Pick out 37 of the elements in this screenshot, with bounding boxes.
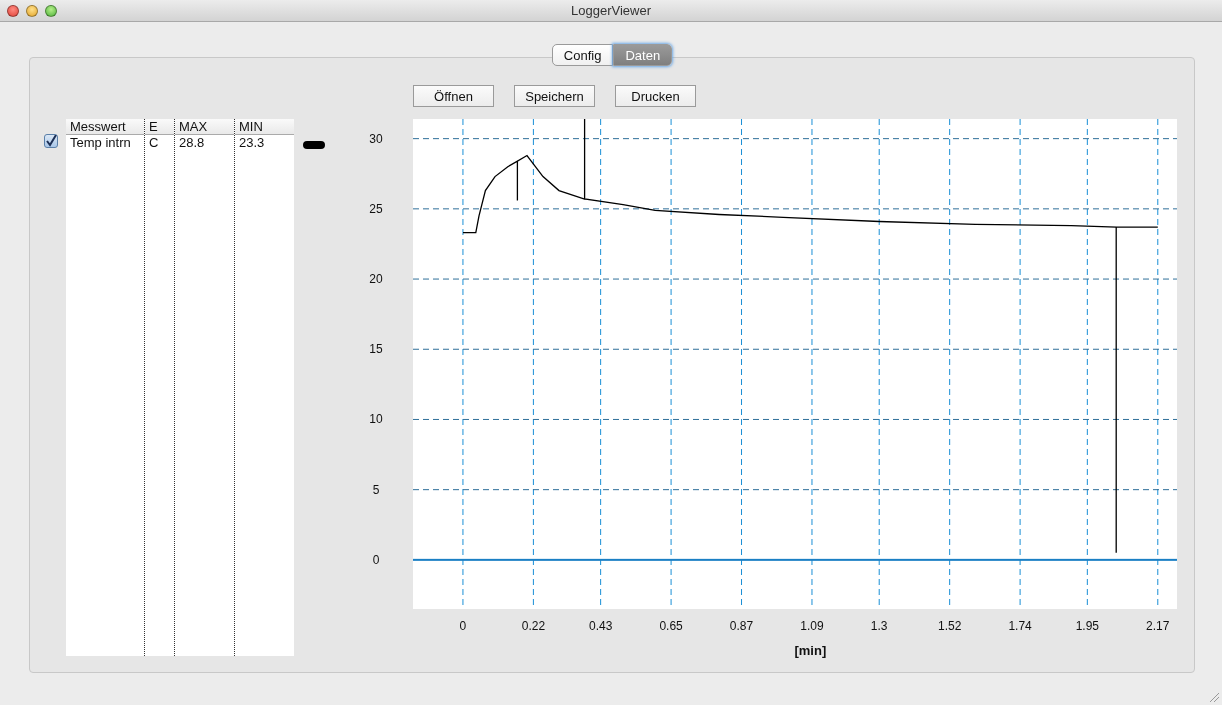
y-tick-label: 20 [369, 272, 383, 287]
y-tick-label: 5 [372, 482, 380, 497]
x-tick-label: 1.52 [938, 619, 962, 633]
x-tick-label: 1.09 [800, 619, 824, 633]
x-tick-label: 0 [459, 619, 467, 633]
table-cell-text: Temp intrn [69, 135, 132, 151]
x-tick-label: 1.3 [870, 619, 888, 633]
x-tick-label: 0.43 [588, 619, 613, 633]
y-tick-label: 0 [372, 552, 380, 567]
x-tick-label: 0.22 [521, 619, 546, 633]
toolbar-button[interactable]: Speichern [514, 85, 595, 107]
zoom-button[interactable] [45, 4, 57, 17]
x-tick-label: 1.95 [1075, 619, 1099, 633]
resize-grip-icon[interactable] [1208, 691, 1220, 703]
x-tick-label: 2.17 [1146, 619, 1170, 633]
toolbar-button[interactable]: Öffnen [413, 85, 494, 107]
table-cell-text: C [148, 135, 160, 151]
tab[interactable]: Config [551, 44, 614, 66]
y-tick-label: 25 [369, 201, 383, 216]
x-tick-label: 1.74 [1008, 619, 1032, 633]
column-header[interactable]: Messwert [66, 119, 144, 135]
table-cell-text: 28.8 [178, 135, 206, 151]
minimize-button[interactable] [26, 4, 38, 17]
checkbox[interactable] [44, 134, 58, 148]
close-button[interactable] [7, 4, 19, 17]
window-title: LoggerViewer [571, 3, 651, 18]
y-tick-label: 30 [369, 131, 383, 146]
x-tick-label: 0.65 [659, 619, 683, 633]
table-cell-text: 23.3 [238, 135, 266, 151]
y-tick-label: 15 [369, 342, 383, 357]
column-header[interactable]: E [145, 119, 174, 135]
column-header[interactable]: MIN [235, 119, 294, 135]
y-tick-label: 10 [369, 412, 383, 427]
toolbar-button[interactable]: Drucken [615, 85, 696, 107]
x-axis-label: [min] [794, 643, 827, 658]
column-header[interactable]: MAX [175, 119, 234, 135]
x-tick-label: 0.87 [729, 619, 754, 633]
